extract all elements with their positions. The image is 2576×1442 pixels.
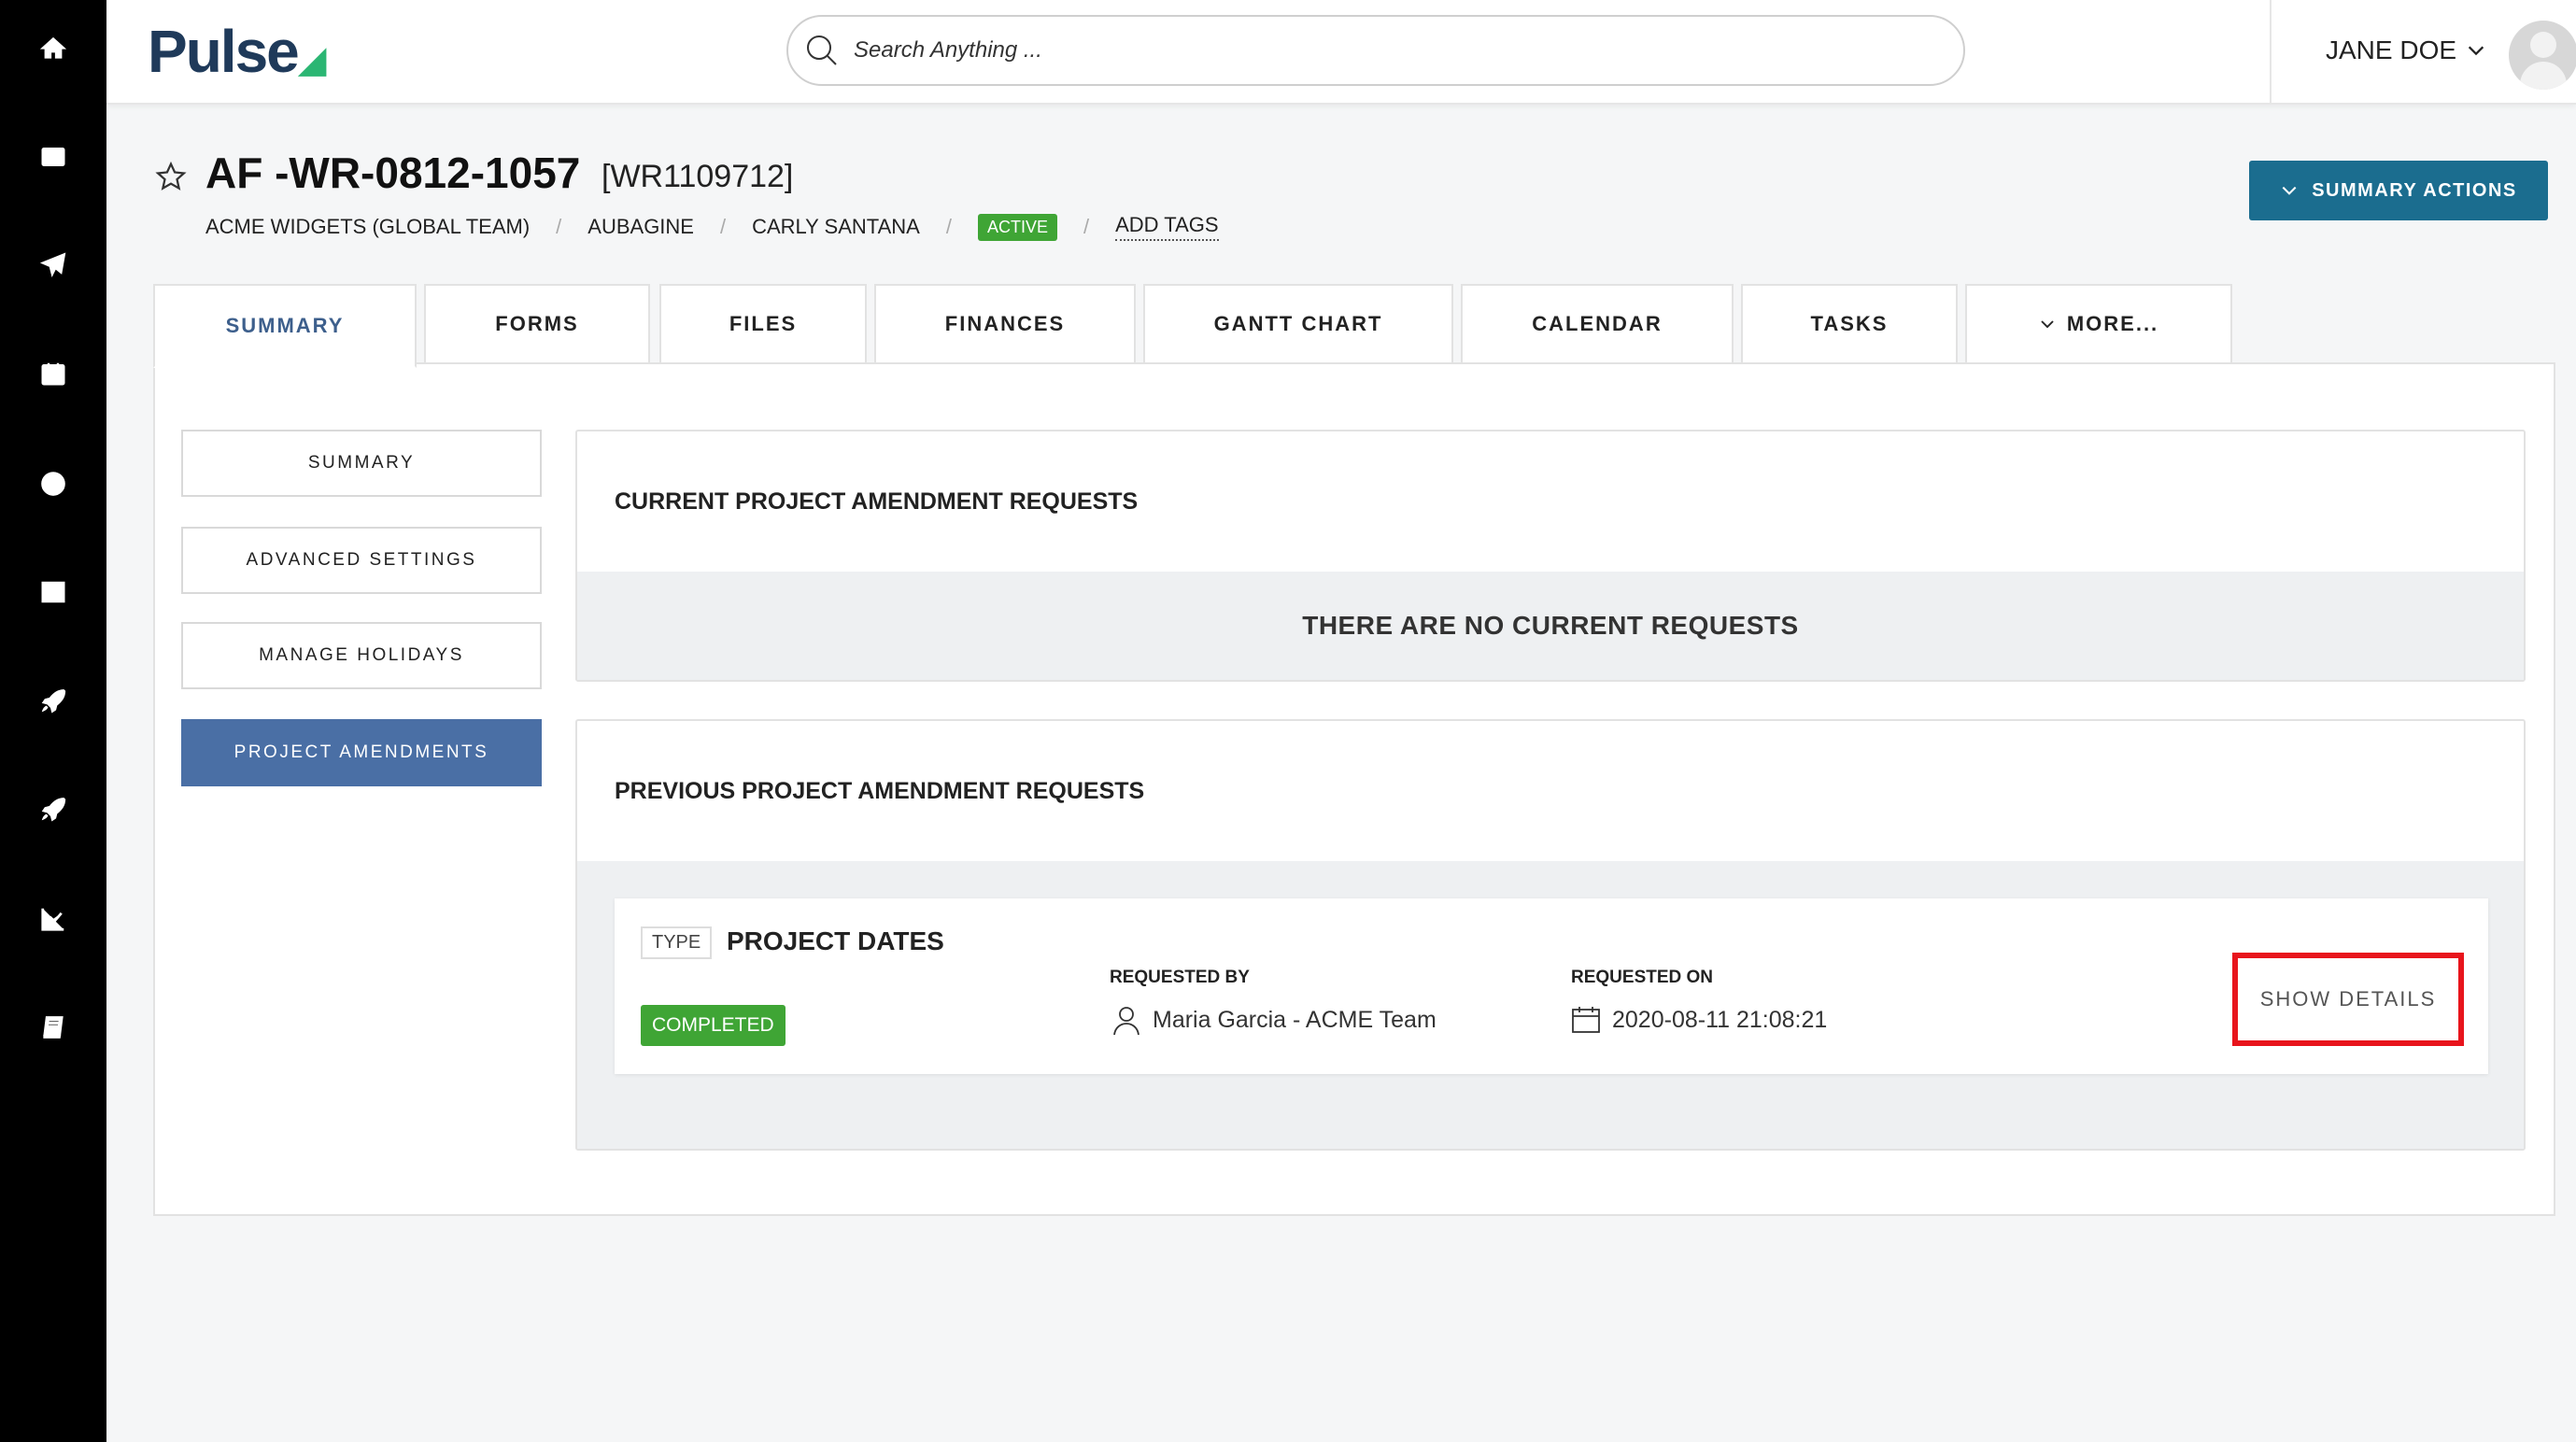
side-menu-advanced-settings[interactable]: ADVANCED SETTINGS bbox=[181, 527, 542, 594]
tab-files[interactable]: FILES bbox=[659, 284, 867, 364]
app-root: Pulse◢ JANE DOE AF -WR-0812-1057 [WR1109… bbox=[0, 0, 2576, 1442]
requested-by: Maria Garcia - ACME Team bbox=[1110, 1003, 1437, 1037]
status-badge: ACTIVE bbox=[977, 213, 1057, 241]
tab-gantt-chart[interactable]: GANTT CHART bbox=[1143, 284, 1453, 364]
image-icon[interactable] bbox=[0, 564, 106, 620]
previous-requests-heading: PREVIOUS PROJECT AMENDMENT REQUESTS bbox=[615, 777, 1145, 804]
breadcrumb-separator: / bbox=[556, 215, 562, 238]
no-requests-message: THERE ARE NO CURRENT REQUESTS bbox=[1302, 611, 1799, 640]
avatar[interactable] bbox=[2509, 21, 2576, 90]
pulse-logo[interactable]: Pulse◢ bbox=[148, 17, 327, 86]
book-icon[interactable] bbox=[0, 999, 106, 1055]
side-menu-project-amendments[interactable]: PROJECT AMENDMENTS bbox=[181, 719, 542, 786]
tab-calendar[interactable]: CALENDAR bbox=[1461, 284, 1734, 364]
previous-requests-card: PREVIOUS PROJECT AMENDMENT REQUESTS TYPE… bbox=[575, 719, 2526, 1151]
user-name: JANE DOE bbox=[2326, 35, 2457, 64]
breadcrumb-separator: / bbox=[1083, 215, 1090, 238]
breadcrumb-team[interactable]: ACME WIDGETS (GLOBAL TEAM) bbox=[205, 215, 530, 239]
top-bar: Pulse◢ JANE DOE bbox=[106, 0, 2576, 105]
calendar-icon[interactable] bbox=[0, 346, 106, 402]
rocket-launch-icon[interactable] bbox=[0, 781, 106, 837]
list-item: TYPE PROJECT DATES COMPLETED REQUESTED B… bbox=[615, 898, 2488, 1074]
side-menu-manage-holidays[interactable]: MANAGE HOLIDAYS bbox=[181, 622, 542, 689]
home-icon[interactable] bbox=[0, 21, 106, 77]
project-code: [WR1109712] bbox=[602, 159, 794, 194]
left-sidebar bbox=[0, 0, 106, 1442]
previous-requests-list: TYPE PROJECT DATES COMPLETED REQUESTED B… bbox=[577, 861, 2524, 1149]
summary-actions-button[interactable]: SUMMARY ACTIONS bbox=[2249, 161, 2548, 220]
calendar-icon bbox=[1572, 1007, 1600, 1033]
search-bar[interactable] bbox=[786, 15, 1965, 86]
line-chart-icon[interactable] bbox=[0, 891, 106, 947]
type-label: TYPE bbox=[641, 926, 713, 959]
tab-summary[interactable]: SUMMARY bbox=[153, 284, 417, 368]
requested-on: 2020-08-11 21:08:21 bbox=[1569, 1003, 1827, 1037]
clock-icon[interactable] bbox=[0, 456, 106, 512]
breadcrumb-owner[interactable]: CARLY SANTANA bbox=[752, 215, 920, 239]
tab-more[interactable]: MORE... bbox=[1965, 284, 2232, 364]
request-type: PROJECT DATES bbox=[727, 926, 944, 955]
favorite-star-icon[interactable] bbox=[155, 161, 187, 192]
requested-by-label: REQUESTED BY bbox=[1110, 968, 1250, 987]
paper-plane-icon[interactable] bbox=[0, 237, 106, 293]
tab-forms[interactable]: FORMS bbox=[424, 284, 650, 364]
search-input[interactable] bbox=[854, 37, 1881, 64]
current-requests-card: CURRENT PROJECT AMENDMENT REQUESTS THERE… bbox=[575, 430, 2526, 682]
user-icon bbox=[1113, 1007, 1139, 1036]
logo-dot-icon: ◢ bbox=[297, 39, 327, 80]
add-tags-link[interactable]: ADD TAGS bbox=[1115, 213, 1219, 241]
chevron-down-icon bbox=[2041, 320, 2054, 329]
side-menu-summary[interactable]: SUMMARY bbox=[181, 430, 542, 497]
breadcrumb-separator: / bbox=[719, 215, 727, 238]
user-menu[interactable]: JANE DOE bbox=[2326, 35, 2486, 65]
status-badge: COMPLETED bbox=[641, 1005, 786, 1046]
breadcrumb: ACME WIDGETS (GLOBAL TEAM) / AUBAGINE / … bbox=[205, 213, 1219, 241]
breadcrumb-product[interactable]: AUBAGINE bbox=[587, 215, 694, 239]
chevron-down-icon bbox=[2282, 186, 2297, 195]
breadcrumb-separator: / bbox=[945, 215, 952, 238]
requested-on-label: REQUESTED ON bbox=[1571, 968, 1714, 987]
show-details-button[interactable]: SHOW DETAILS bbox=[2232, 953, 2464, 1046]
project-title: AF -WR-0812-1057 bbox=[205, 148, 581, 197]
mail-icon[interactable] bbox=[0, 129, 106, 185]
tab-tasks[interactable]: TASKS bbox=[1741, 284, 1958, 364]
current-requests-heading: CURRENT PROJECT AMENDMENT REQUESTS bbox=[615, 488, 1139, 515]
search-icon bbox=[807, 35, 837, 65]
rocket-icon[interactable] bbox=[0, 672, 106, 728]
divider bbox=[2270, 0, 2272, 105]
chevron-down-icon bbox=[2468, 46, 2484, 56]
tab-finances[interactable]: FINANCES bbox=[874, 284, 1136, 364]
